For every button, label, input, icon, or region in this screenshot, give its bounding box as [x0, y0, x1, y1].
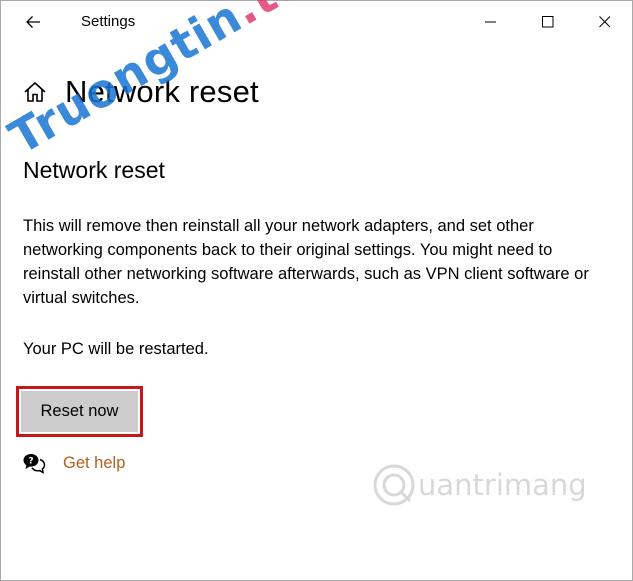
- minimize-icon: [485, 21, 496, 23]
- svg-text:?: ?: [28, 457, 33, 467]
- get-help-link[interactable]: Get help: [63, 454, 125, 473]
- settings-window: Settings Network reset Network reset Thi…: [0, 0, 633, 581]
- page-header: Network reset: [23, 74, 259, 110]
- restart-note: Your PC will be restarted.: [23, 340, 209, 358]
- close-button[interactable]: [582, 1, 628, 43]
- page-title: Network reset: [65, 74, 259, 109]
- back-arrow-icon: [26, 16, 40, 28]
- title-bar: Settings: [1, 1, 632, 43]
- description-text: This will remove then reinstall all your…: [23, 217, 589, 307]
- minimize-button[interactable]: [468, 1, 514, 43]
- maximize-icon: [542, 16, 554, 28]
- help-chat-icon: ?: [22, 451, 46, 475]
- back-button[interactable]: [15, 7, 51, 37]
- reset-now-button[interactable]: Reset now: [21, 391, 138, 432]
- home-icon[interactable]: [23, 79, 49, 105]
- section-title: Network reset: [23, 157, 165, 183]
- get-help[interactable]: ? Get help: [22, 451, 125, 475]
- window-title: Settings: [81, 13, 136, 30]
- maximize-button[interactable]: [525, 1, 571, 43]
- close-icon: [599, 16, 611, 28]
